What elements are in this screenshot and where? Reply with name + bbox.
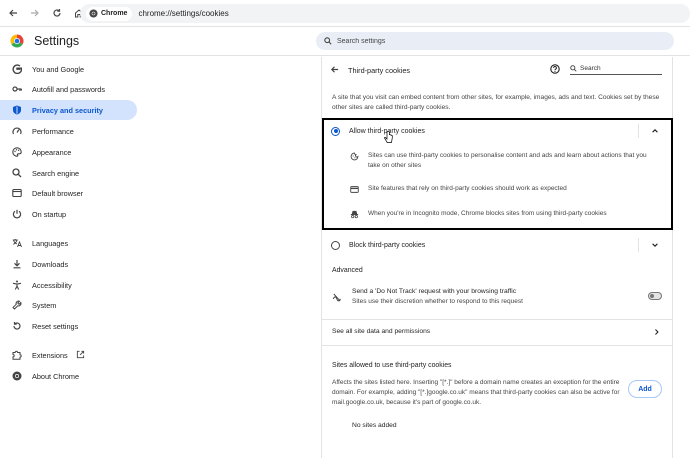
reset-icon — [12, 321, 22, 331]
sidebar-item-about-chrome[interactable]: About Chrome — [0, 366, 137, 386]
settings-search-input[interactable] — [337, 37, 637, 45]
back-button[interactable] — [4, 4, 22, 22]
subpage-search-input[interactable] — [580, 65, 660, 72]
sidebar-item-appearance[interactable]: Appearance — [0, 142, 137, 162]
page-title: Settings — [34, 34, 80, 48]
sidebar-item-downloads[interactable]: Downloads — [0, 254, 137, 274]
settings-header: Settings — [0, 27, 690, 56]
subpage-title: Third-party cookies — [348, 66, 411, 75]
sidebar-item-label: Accessibility — [32, 280, 72, 290]
sidebar-item-accessibility[interactable]: Accessibility — [0, 275, 137, 295]
sidebar-item-privacy[interactable]: Privacy and security — [0, 100, 137, 120]
chip-label: Chrome — [101, 10, 128, 17]
sidebar-item-system[interactable]: System — [0, 295, 137, 315]
divider — [638, 238, 639, 252]
arrow-left-icon — [330, 66, 339, 73]
highlight-frame — [322, 118, 673, 230]
sidebar-item-default-browser[interactable]: Default browser — [0, 183, 137, 203]
sidebar-item-label: Downloads — [32, 259, 69, 269]
expand-block-button[interactable] — [648, 238, 662, 252]
shield-icon — [12, 105, 22, 115]
search-icon — [570, 65, 577, 72]
sidebar: You and Google Autofill and passwords Pr… — [0, 57, 140, 458]
help-button[interactable] — [550, 64, 560, 76]
sidebar-item-label: Appearance — [32, 147, 72, 157]
url-text[interactable]: chrome://settings/cookies — [138, 9, 228, 18]
accessibility-icon — [12, 280, 22, 290]
sidebar-item-label: About Chrome — [32, 371, 80, 381]
allowed-sites-description: Affects the sites listed here. Inserting… — [332, 379, 620, 406]
block-third-party-option[interactable]: Block third-party cookies — [322, 233, 672, 257]
mouse-cursor-icon — [384, 131, 393, 143]
search-icon — [12, 168, 22, 178]
sidebar-item-autofill[interactable]: Autofill and passwords — [0, 79, 137, 99]
download-icon — [12, 259, 22, 269]
do-not-track-title: Send a 'Do Not Track' request with your … — [352, 288, 517, 295]
chrome-icon — [12, 371, 22, 381]
sidebar-item-label: Autofill and passwords — [32, 84, 106, 94]
sidebar-item-label: You and Google — [32, 64, 85, 74]
open-in-new-icon — [76, 350, 85, 361]
sidebar-item-you-and-google[interactable]: You and Google — [0, 59, 137, 79]
do-not-track-row[interactable]: Send a 'Do Not Track' request with your … — [322, 285, 672, 313]
no-sites-label: No sites added — [352, 422, 397, 429]
site-chip[interactable]: Chrome — [86, 6, 133, 21]
browser-toolbar: Chrome chrome://settings/cookies — [0, 0, 690, 27]
arrow-left-icon — [9, 9, 17, 17]
sidebar-item-label: On startup — [32, 209, 67, 219]
chrome-logo-icon — [10, 34, 24, 48]
sidebar-item-label: System — [32, 300, 57, 310]
chrome-icon — [89, 9, 98, 18]
translate-icon — [12, 238, 22, 248]
see-all-site-data-label: See all site data and permissions — [332, 328, 431, 335]
key-icon — [12, 84, 22, 94]
puzzle-icon — [12, 350, 22, 360]
sidebar-item-extensions[interactable]: Extensions — [0, 345, 137, 365]
sidebar-item-performance[interactable]: Performance — [0, 121, 137, 141]
settings-search[interactable] — [316, 32, 674, 50]
advanced-heading: Advanced — [332, 267, 363, 274]
back-arrow-button[interactable] — [330, 65, 339, 76]
sidebar-item-reset[interactable]: Reset settings — [0, 316, 137, 336]
reload-button[interactable] — [48, 4, 66, 22]
chevron-right-icon — [653, 328, 660, 338]
cookies-description: A site that you visit can embed content … — [332, 94, 660, 111]
wrench-icon — [12, 300, 22, 310]
sidebar-item-label: Search engine — [32, 168, 80, 178]
see-all-site-data-link[interactable]: See all site data and permissions — [322, 322, 672, 342]
divider — [322, 345, 672, 346]
subpage-header: Third-party cookies — [322, 57, 672, 83]
reload-icon — [53, 9, 61, 17]
address-bar[interactable]: Chrome chrome://settings/cookies — [80, 4, 690, 23]
do-not-track-toggle[interactable] — [648, 292, 662, 300]
block-label: Block third-party cookies — [349, 241, 426, 249]
sidebar-item-on-startup[interactable]: On startup — [0, 204, 137, 224]
chevron-down-icon — [652, 243, 658, 247]
block-radio[interactable] — [331, 240, 340, 250]
forward-button[interactable] — [26, 4, 44, 22]
google-icon — [12, 64, 22, 74]
sidebar-item-label: Languages — [32, 238, 69, 248]
help-icon — [550, 64, 560, 74]
sidebar-item-label: Reset settings — [32, 321, 79, 331]
sidebar-item-languages[interactable]: Languages — [0, 233, 137, 253]
sidebar-item-label: Performance — [32, 126, 74, 136]
sidebar-item-search-engine[interactable]: Search engine — [0, 163, 137, 183]
allowed-sites-heading: Sites allowed to use third-party cookies — [332, 362, 452, 369]
sidebar-item-label: Default browser — [32, 188, 84, 198]
palette-icon — [12, 147, 22, 157]
subpage-search[interactable] — [570, 63, 662, 75]
speedometer-icon — [12, 126, 22, 136]
do-not-track-icon — [332, 293, 342, 304]
power-icon — [12, 209, 22, 219]
search-icon — [324, 37, 332, 45]
sidebar-item-label: Privacy and security — [32, 105, 103, 115]
divider — [322, 319, 672, 320]
add-site-button[interactable]: Add — [628, 380, 662, 398]
do-not-track-subtitle: Sites use their discretion whether to re… — [352, 298, 523, 305]
browser-icon — [12, 188, 22, 198]
arrow-right-icon — [31, 9, 39, 17]
sidebar-item-label: Extensions — [32, 350, 68, 360]
